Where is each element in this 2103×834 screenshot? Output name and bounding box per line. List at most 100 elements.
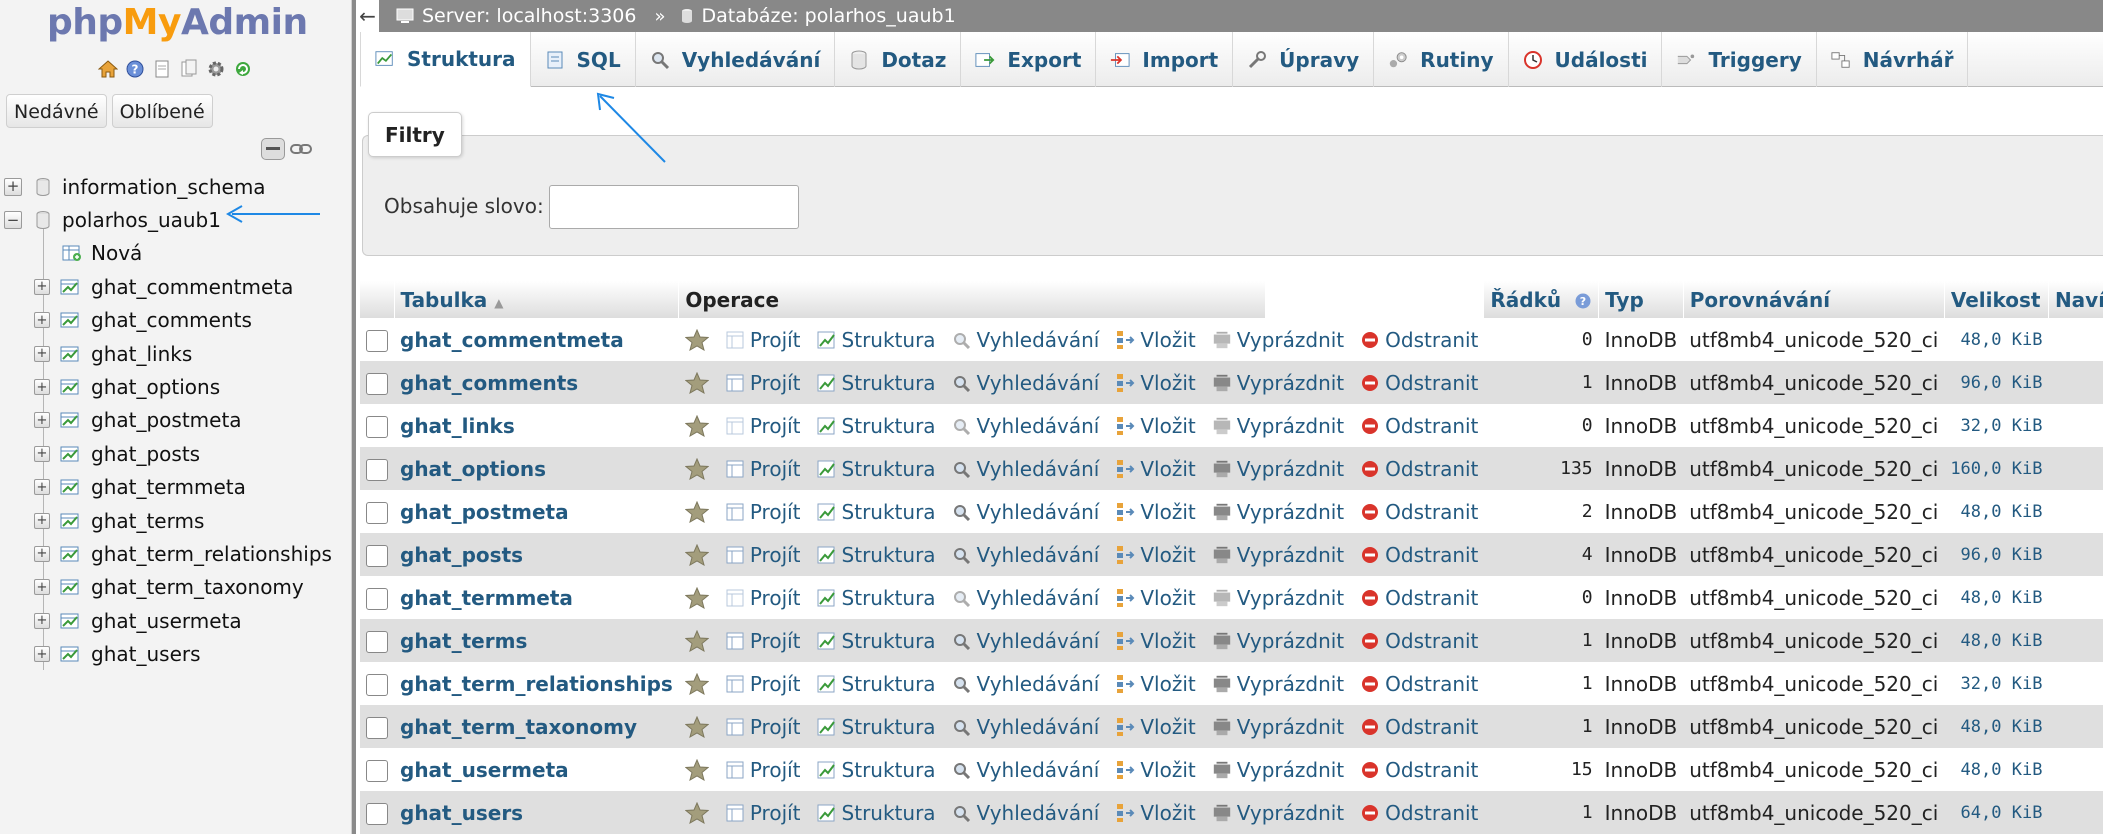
structure-action[interactable]: Struktura (817, 586, 936, 610)
insert-action[interactable]: Vložit (1115, 457, 1196, 481)
help-icon[interactable]: ? (124, 58, 145, 79)
copy-icon[interactable] (178, 58, 199, 79)
table-name-link[interactable]: ghat_posts (394, 533, 679, 576)
row-size[interactable]: 48,0 KiB (1944, 705, 2049, 748)
row-checkbox[interactable] (366, 501, 388, 524)
search-action[interactable]: Vyhledávání (952, 715, 1099, 739)
row-size[interactable]: 48,0 KiB (1944, 619, 2049, 662)
drop-action[interactable]: Odstranit (1360, 715, 1478, 739)
row-select[interactable] (360, 748, 394, 791)
favorite-star-icon[interactable] (684, 543, 709, 566)
browse-action[interactable]: Projít (725, 457, 801, 481)
tab-structure[interactable]: Struktura (360, 32, 531, 87)
search-action[interactable]: Vyhledávání (952, 543, 1099, 567)
empty-action[interactable]: Vyprázdnit (1212, 328, 1344, 352)
table-name-link[interactable]: ghat_options (394, 447, 679, 490)
filter-input[interactable] (549, 185, 799, 229)
expand-icon[interactable]: + (34, 612, 50, 629)
drop-action[interactable]: Odstranit (1360, 328, 1478, 352)
empty-action[interactable]: Vyprázdnit (1212, 414, 1344, 438)
insert-action[interactable]: Vložit (1115, 543, 1196, 567)
browse-action[interactable]: Projít (725, 672, 801, 696)
tab-search[interactable]: Vyhledávání (636, 32, 836, 87)
tab-events[interactable]: Události (1509, 32, 1663, 87)
browse-action[interactable]: Projít (725, 500, 801, 524)
empty-action[interactable]: Vyprázdnit (1212, 500, 1344, 524)
row-select[interactable] (360, 318, 394, 361)
drop-action[interactable]: Odstranit (1360, 629, 1478, 653)
structure-action[interactable]: Struktura (817, 543, 936, 567)
collapse-icon[interactable]: − (4, 211, 22, 230)
insert-action[interactable]: Vložit (1115, 500, 1196, 524)
tab-routines[interactable]: Rutiny (1374, 32, 1509, 87)
favorite-star-icon[interactable] (684, 715, 709, 738)
drop-action[interactable]: Odstranit (1360, 586, 1478, 610)
structure-action[interactable]: Struktura (817, 629, 936, 653)
search-action[interactable]: Vyhledávání (952, 758, 1099, 782)
empty-action[interactable]: Vyprázdnit (1212, 457, 1344, 481)
row-size[interactable]: 96,0 KiB (1944, 361, 2049, 404)
row-size[interactable]: 48,0 KiB (1944, 490, 2049, 533)
tree-table-item[interactable]: + ghat_term_taxonomy (0, 571, 351, 604)
table-name-link[interactable]: ghat_links (394, 404, 679, 447)
structure-action[interactable]: Struktura (817, 715, 936, 739)
table-name-link[interactable]: ghat_termmeta (394, 576, 679, 619)
tab-import[interactable]: Import (1096, 32, 1234, 87)
row-select[interactable] (360, 791, 394, 834)
row-checkbox[interactable] (366, 458, 388, 481)
search-action[interactable]: Vyhledávání (952, 500, 1099, 524)
insert-action[interactable]: Vložit (1115, 414, 1196, 438)
insert-action[interactable]: Vložit (1115, 758, 1196, 782)
drop-action[interactable]: Odstranit (1360, 371, 1478, 395)
structure-action[interactable]: Struktura (817, 758, 936, 782)
table-name-link[interactable]: ghat_users (394, 791, 679, 834)
empty-action[interactable]: Vyprázdnit (1212, 801, 1344, 825)
browse-action[interactable]: Projít (725, 629, 801, 653)
search-action[interactable]: Vyhledávání (952, 371, 1099, 395)
row-checkbox[interactable] (366, 673, 388, 696)
row-size[interactable]: 160,0 KiB (1944, 447, 2049, 490)
drop-action[interactable]: Odstranit (1360, 758, 1478, 782)
tree-table-item[interactable]: + ghat_options (0, 370, 351, 403)
row-checkbox[interactable] (366, 587, 388, 610)
tree-table-item[interactable]: + ghat_termmeta (0, 471, 351, 504)
home-icon[interactable] (97, 58, 118, 79)
browse-action[interactable]: Projít (725, 328, 801, 352)
row-size[interactable]: 32,0 KiB (1944, 662, 2049, 705)
row-size[interactable]: 64,0 KiB (1944, 791, 2049, 834)
browse-action[interactable]: Projít (725, 414, 801, 438)
row-size[interactable]: 48,0 KiB (1944, 318, 2049, 361)
search-action[interactable]: Vyhledávání (952, 457, 1099, 481)
empty-action[interactable]: Vyprázdnit (1212, 672, 1344, 696)
tree-db-polarhos-uaub1[interactable]: − polarhos_uaub1 (0, 203, 351, 236)
row-checkbox[interactable] (366, 716, 388, 739)
row-checkbox[interactable] (366, 544, 388, 567)
expand-icon[interactable]: + (34, 345, 50, 362)
search-action[interactable]: Vyhledávání (952, 629, 1099, 653)
browse-action[interactable]: Projít (725, 543, 801, 567)
drop-action[interactable]: Odstranit (1360, 801, 1478, 825)
row-select[interactable] (360, 576, 394, 619)
favorite-star-icon[interactable] (684, 758, 709, 781)
favorite-star-icon[interactable] (684, 457, 709, 480)
browse-action[interactable]: Projít (725, 371, 801, 395)
insert-action[interactable]: Vložit (1115, 371, 1196, 395)
phpmyadmin-logo[interactable]: phpMyAdmin (47, 2, 308, 43)
insert-action[interactable]: Vložit (1115, 629, 1196, 653)
tab-sql[interactable]: SQL (531, 32, 636, 87)
favorite-star-icon[interactable] (684, 586, 709, 609)
tab-export[interactable]: Export (961, 32, 1097, 87)
expand-icon[interactable]: + (34, 512, 50, 529)
expand-icon[interactable]: + (34, 545, 50, 562)
empty-action[interactable]: Vyprázdnit (1212, 543, 1344, 567)
row-checkbox[interactable] (366, 329, 388, 352)
header-table[interactable]: Tabulka ▲ (394, 281, 680, 318)
header-rows[interactable]: Řádků ? (1484, 281, 1600, 318)
table-name-link[interactable]: ghat_usermeta (394, 748, 679, 791)
structure-action[interactable]: Struktura (817, 457, 936, 481)
tree-table-item[interactable]: + ghat_commentmeta (0, 270, 351, 303)
search-action[interactable]: Vyhledávání (952, 586, 1099, 610)
drop-action[interactable]: Odstranit (1360, 414, 1478, 438)
insert-action[interactable]: Vložit (1115, 586, 1196, 610)
browse-action[interactable]: Projít (725, 586, 801, 610)
